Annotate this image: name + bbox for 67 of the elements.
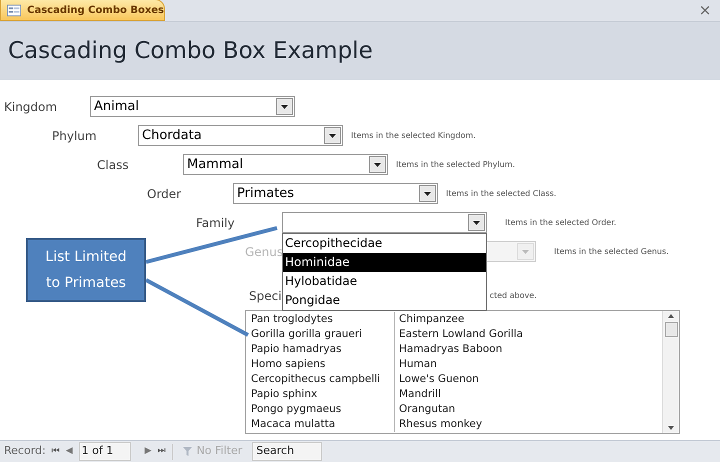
- list-cell-text: Lowe's Guenon: [398, 372, 479, 387]
- field-label: Phylum: [52, 128, 98, 144]
- funnel-icon: [182, 446, 194, 457]
- dropdown-item[interactable]: Hominidae: [283, 253, 486, 272]
- list-row[interactable]: Macaca mulatta Rhesus monkey: [246, 417, 662, 432]
- field-hint: Items in the selected Order.: [505, 216, 616, 228]
- field-label: Order: [147, 186, 182, 202]
- search-field[interactable]: Search: [252, 442, 322, 461]
- list-cell-text: Mandrill: [398, 387, 441, 402]
- scroll-down-icon[interactable]: [668, 426, 674, 430]
- tab-title: Cascading Combo Boxes: [27, 4, 164, 18]
- list-row[interactable]: Cercopithecus campbelli Lowe's Guenon: [246, 372, 662, 387]
- list-cell-text: Eastern Lowland Gorilla: [398, 327, 523, 342]
- combo-value: Mammal: [186, 158, 244, 171]
- species-list[interactable]: [245, 310, 680, 434]
- list-cell: Papio sphinx: [246, 387, 395, 402]
- field-hint: Items in the selected Genus.: [554, 246, 669, 258]
- next-record-button[interactable]: ▶: [144, 444, 152, 458]
- list-cell-text: Hamadryas Baboon: [398, 342, 502, 357]
- field-hint: Items in the selected Phylum.: [396, 158, 515, 170]
- close-button[interactable]: ×: [694, 0, 716, 21]
- list-row[interactable]: Papio sphinx Mandrill: [246, 387, 662, 402]
- record-label: Record:: [4, 443, 46, 460]
- list-cell: Homo sapiens: [246, 357, 395, 372]
- combo-value: Primates: [236, 187, 296, 200]
- list-row[interactable]: Pongo pygmaeus Orangutan: [246, 402, 662, 417]
- last-record-button[interactable]: ⏭: [158, 444, 166, 458]
- field-label: Class: [97, 156, 130, 174]
- list-cell-text: Rhesus monkey: [398, 417, 482, 432]
- list-row[interactable]: Pan troglodytes Chimpanzee: [246, 312, 662, 327]
- list-cell-text: Human: [398, 357, 437, 372]
- scroll-up-icon[interactable]: [668, 314, 674, 318]
- callout-box: List Limited to Primates: [26, 238, 146, 302]
- scrollbar[interactable]: [662, 311, 679, 433]
- field-hint: cted above.: [490, 290, 537, 302]
- first-record-button[interactable]: ⏮: [52, 444, 60, 458]
- list-cell: Pan troglodytes: [246, 312, 395, 327]
- field-hint: Items in the selected Class.: [446, 188, 556, 200]
- list-cell-text: Chimpanzee: [398, 312, 464, 327]
- field-label: Speci: [249, 288, 282, 305]
- list-row[interactable]: Homo sapiens Human: [246, 357, 662, 372]
- scroll-thumb[interactable]: [664, 322, 678, 337]
- combo-value: Chordata: [141, 129, 203, 142]
- field-hint: Items in the selected Kingdom.: [351, 130, 476, 142]
- dropdown-item[interactable]: Hylobatidae: [283, 272, 486, 291]
- combo-value: Animal: [93, 100, 140, 113]
- list-cell: Papio hamadryas: [246, 342, 395, 357]
- previous-record-button[interactable]: ◀: [66, 444, 73, 458]
- dropdown-item[interactable]: Cercopithecidae: [283, 234, 486, 253]
- list-cell: Gorilla gorilla graueri: [246, 327, 395, 342]
- combo-box[interactable]: Chordata: [138, 125, 343, 146]
- combo-box[interactable]: Mammal: [183, 154, 388, 175]
- combo-box[interactable]: Primates: [233, 183, 438, 204]
- document-tab[interactable]: Cascading Combo Boxes: [0, 0, 165, 21]
- list-cell: Pongo pygmaeus: [246, 402, 395, 417]
- list-row[interactable]: Papio hamadryas Hamadryas Baboon: [246, 342, 662, 357]
- field-label: Family: [196, 214, 236, 232]
- dropdown-item[interactable]: Pongidae: [283, 291, 486, 310]
- field-label: Kingdom: [4, 98, 58, 116]
- form-title: Cascading Combo Box Example: [8, 36, 373, 66]
- form-icon: [7, 4, 22, 16]
- list-row[interactable]: Gorilla gorilla graueri Eastern Lowland Gorilla: [246, 327, 662, 342]
- list-cell: Macaca mulatta: [246, 417, 395, 432]
- list-cell-text: Orangutan: [398, 402, 456, 417]
- combo-box[interactable]: Animal: [90, 96, 295, 117]
- list-cell: Cercopithecus campbelli: [246, 372, 395, 387]
- record-position-field[interactable]: 1 of 1: [78, 442, 131, 461]
